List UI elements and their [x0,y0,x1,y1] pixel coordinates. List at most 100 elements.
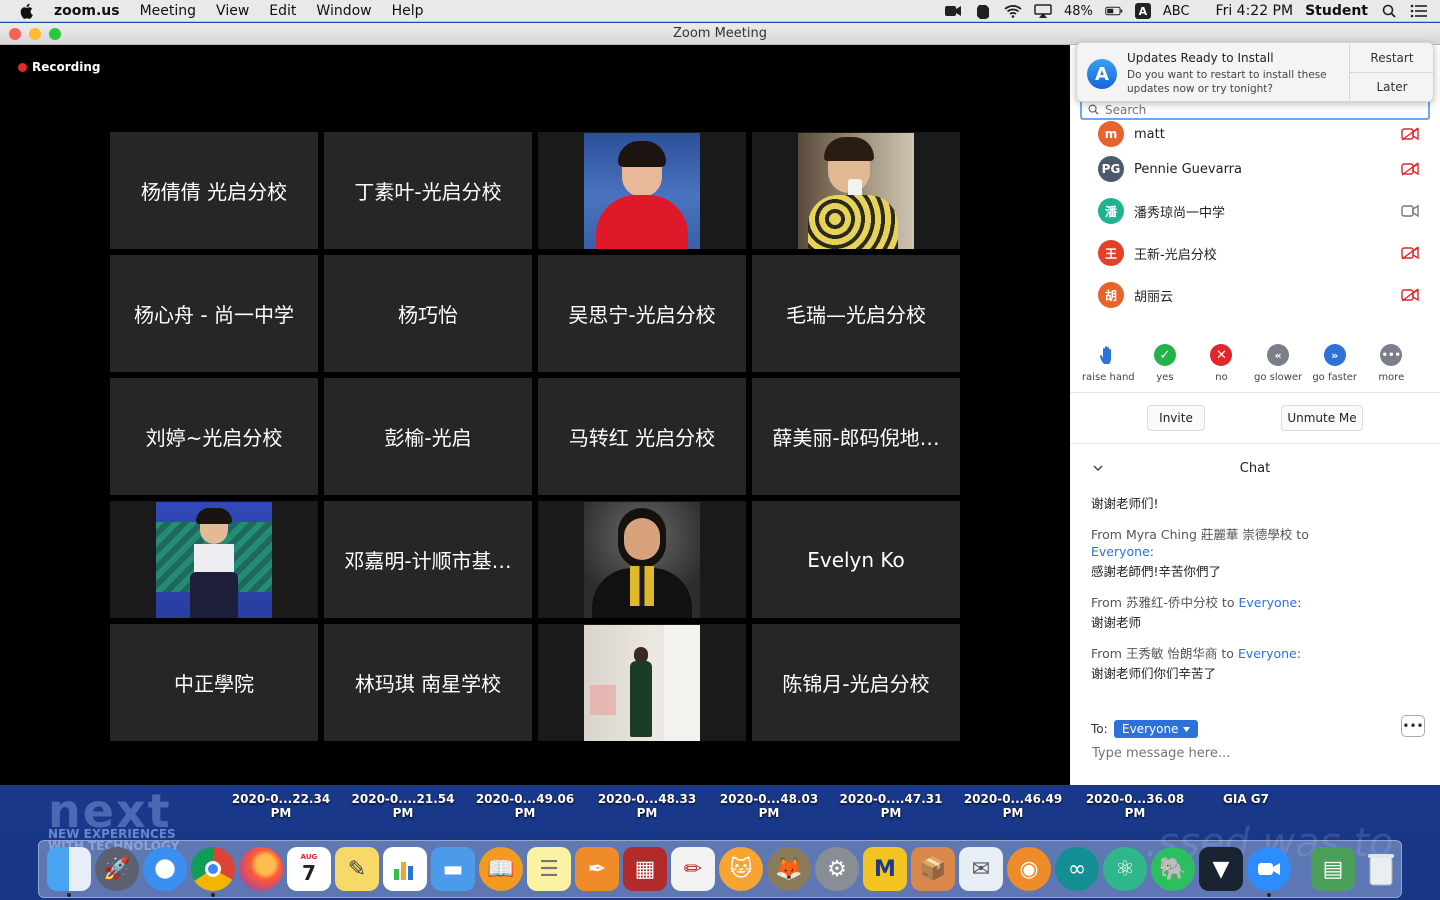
spotlight-search-icon[interactable] [1380,3,1398,19]
video-tile[interactable]: 杨心舟 - 尚一中学 [110,255,318,372]
menubar-user[interactable]: Student [1305,3,1368,19]
video-tile[interactable] [538,501,746,618]
evernote-icon[interactable]: 🐘 [1151,847,1195,891]
menu-zoom-us[interactable]: zoom.us [54,3,120,19]
recipient-link[interactable]: Everyone [1238,646,1297,661]
evernote-tray-icon[interactable] [974,3,992,19]
input-source-icon[interactable]: A [1134,3,1151,19]
trash-icon[interactable] [1359,847,1403,891]
stickies-icon[interactable]: ☰ [527,847,571,891]
desktop-file-label[interactable]: 2020-0...49.06 PM [464,792,586,820]
video-tile[interactable]: 彭榆-光启 [324,378,532,495]
video-tile[interactable]: 杨巧怡 [324,255,532,372]
safari-icon[interactable] [143,847,187,891]
update-notification[interactable]: A Updates Ready to Install Do you want t… [1076,42,1434,102]
menubar-clock[interactable]: Fri 4:22 PM [1216,3,1294,19]
yes-button[interactable]: ✓ yes [1137,344,1194,383]
photo-booth-icon[interactable]: ▦ [623,847,667,891]
recipient-dropdown[interactable]: Everyone [1114,720,1199,738]
video-on-icon[interactable] [1401,204,1419,218]
video-tile[interactable] [538,624,746,741]
video-tile[interactable]: 薛美丽-郎码倪地… [752,378,960,495]
menu-meeting[interactable]: Meeting [140,3,196,19]
participant-search[interactable] [1080,99,1430,120]
desktop-folder-label[interactable]: GIA G7 [1196,792,1296,820]
restart-button[interactable]: Restart [1350,43,1434,72]
zoom-icon[interactable] [1247,847,1291,897]
participant-row[interactable]: 潘 潘秀琼尚一中学 [1090,190,1435,232]
video-tile[interactable]: 杨倩倩 光启分校 [110,132,318,249]
video-off-icon[interactable] [1401,127,1419,141]
notes-app-icon[interactable]: ✎ [335,847,379,891]
video-off-icon[interactable] [1401,246,1419,260]
video-tile[interactable]: 邓嘉明-计顺市基… [324,501,532,618]
desktop-file-label[interactable]: 2020-0...48.33 PM [586,792,708,820]
menu-window[interactable]: Window [316,3,371,19]
video-off-icon[interactable] [1401,288,1419,302]
video-tile[interactable] [110,501,318,618]
desktop-file-label[interactable]: 2020-0...36.08 PM [1074,792,1196,820]
airplay-icon[interactable] [1034,3,1052,19]
zoom-tray-icon[interactable] [944,3,962,19]
video-tile[interactable]: 马转红 光启分校 [538,378,746,495]
arduino-icon[interactable]: ∞ [1055,847,1099,891]
participant-row[interactable]: 王 王新-光启分校 [1090,232,1435,274]
video-tile[interactable]: Evelyn Ko [752,501,960,618]
video-tile[interactable]: 吴思宁-光启分校 [538,255,746,372]
notification-center-icon[interactable] [1410,3,1428,19]
blender-icon[interactable]: ◉ [1007,847,1051,891]
downloads-stack-icon[interactable]: ▤ [1311,847,1355,891]
later-button[interactable]: Later [1350,72,1434,101]
invite-button[interactable]: Invite [1147,405,1205,431]
more-reactions-button[interactable]: ••• more [1363,344,1420,383]
keynote-icon[interactable]: ▬ [431,847,475,891]
recipient-link[interactable]: Everyone [1091,544,1150,559]
numbers-icon[interactable] [383,847,427,891]
desktop-file-label[interactable]: 2020-0....21.54 PM [342,792,464,820]
chrome-icon[interactable] [191,847,235,897]
menu-edit[interactable]: Edit [269,3,296,19]
desktop-file-label[interactable]: 2020-0...22.34 PM [220,792,342,820]
video-off-icon[interactable] [1401,162,1419,176]
unmute-me-button[interactable]: Unmute Me [1281,405,1363,431]
atom-icon[interactable]: ⚛ [1103,847,1147,891]
video-tile[interactable]: 陈锦月-光启分校 [752,624,960,741]
calendar-icon[interactable]: AUG 7 [287,847,331,891]
pages-icon[interactable]: ✒ [575,847,619,891]
archive-utility-icon[interactable]: 📦 [911,847,955,891]
search-input[interactable] [1105,102,1405,117]
video-tile[interactable]: 丁素叶-光启分校 [324,132,532,249]
raise-hand-button[interactable]: raise hand [1080,344,1137,383]
video-tile[interactable]: 毛瑞—光启分校 [752,255,960,372]
finder-icon[interactable] [47,847,91,897]
menu-view[interactable]: View [216,3,249,19]
menu-help[interactable]: Help [392,3,424,19]
vectorworks-icon[interactable]: ▼ [1199,847,1243,891]
scratch-icon[interactable]: 🐱 [719,847,763,891]
go-faster-button[interactable]: » go faster [1306,344,1363,383]
desktop-file-label[interactable]: 2020-0....47.31 PM [830,792,952,820]
participant-row[interactable]: 胡 胡丽云 [1090,274,1435,316]
textedit-icon[interactable]: ✏ [671,847,715,891]
go-slower-button[interactable]: « go slower [1250,344,1307,383]
firefox-icon[interactable] [239,847,283,891]
gimp-icon[interactable]: 🦊 [767,847,811,891]
video-tile[interactable]: 刘婷~光启分校 [110,378,318,495]
chat-message-input[interactable] [1092,746,1412,761]
no-button[interactable]: ✕ no [1193,344,1250,383]
recipient-link[interactable]: Everyone [1238,595,1297,610]
video-tile[interactable] [752,132,960,249]
input-source-label[interactable]: ABC [1163,4,1190,19]
launchpad-icon[interactable]: 🚀 [95,847,139,891]
desktop-file-label[interactable]: 2020-0...46.49 PM [952,792,1074,820]
video-tile[interactable]: 中正學院 [110,624,318,741]
apple-logo-icon[interactable] [18,2,36,20]
participant-row[interactable]: PG Pennie Guevarra [1090,148,1435,190]
m-app-icon[interactable]: M [863,847,907,891]
books-icon[interactable]: 📖 [479,847,523,891]
mail-icon[interactable]: ✉ [959,847,1003,891]
video-tile[interactable]: 林玛琪 南星学校 [324,624,532,741]
video-tile[interactable] [538,132,746,249]
chat-more-button[interactable]: ••• [1401,715,1425,737]
battery-icon[interactable] [1105,3,1123,19]
